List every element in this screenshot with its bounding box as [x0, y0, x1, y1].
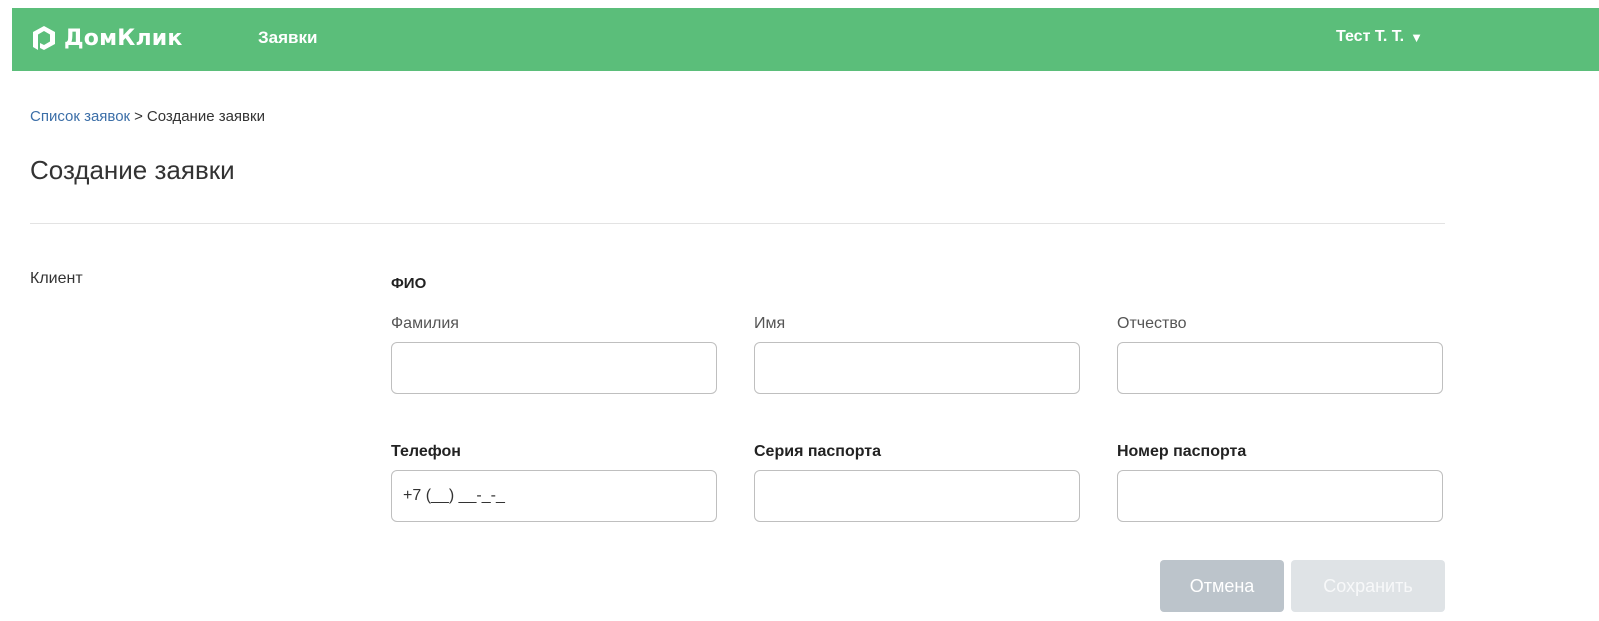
breadcrumb-link-requests-list[interactable]: Список заявок — [30, 108, 130, 125]
first-name-input[interactable] — [754, 342, 1080, 394]
save-button[interactable]: Сохранить — [1291, 560, 1445, 612]
logo-text: ДомКлик — [64, 25, 183, 51]
breadcrumb-current: Создание заявки — [146, 108, 265, 125]
page-title: Создание заявки — [30, 155, 235, 185]
top-navigation-bar: ДомКлик Заявки Тест Т. Т. ▼ — [12, 8, 1599, 71]
middle-name-label: Отчество — [1117, 315, 1187, 332]
last-name-input[interactable] — [391, 342, 717, 394]
breadcrumb-separator: > — [134, 108, 143, 125]
breadcrumb: Список заявок > Создание заявки — [30, 108, 265, 125]
first-name-label: Имя — [754, 315, 786, 332]
section-divider — [30, 223, 1445, 224]
client-section-label: Клиент — [30, 270, 83, 287]
phone-label: Телефон — [391, 443, 461, 460]
cancel-button[interactable]: Отмена — [1160, 560, 1284, 612]
domclick-logo[interactable]: ДомКлик — [30, 22, 183, 54]
passport-series-label: Серия паспорта — [754, 443, 882, 460]
fio-heading: ФИО — [391, 275, 427, 292]
phone-input[interactable] — [391, 470, 717, 522]
passport-number-label: Номер паспорта — [1117, 443, 1247, 460]
user-name: Тест Т. Т. — [1336, 28, 1405, 45]
middle-name-input[interactable] — [1117, 342, 1443, 394]
last-name-label: Фамилия — [391, 315, 459, 332]
passport-number-input[interactable] — [1117, 470, 1443, 522]
nav-requests-link[interactable]: Заявки — [258, 28, 317, 48]
user-menu[interactable]: Тест Т. Т. ▼ — [1336, 28, 1423, 46]
domclick-logo-icon — [33, 26, 55, 50]
chevron-down-icon: ▼ — [1410, 29, 1423, 45]
passport-series-input[interactable] — [754, 470, 1080, 522]
